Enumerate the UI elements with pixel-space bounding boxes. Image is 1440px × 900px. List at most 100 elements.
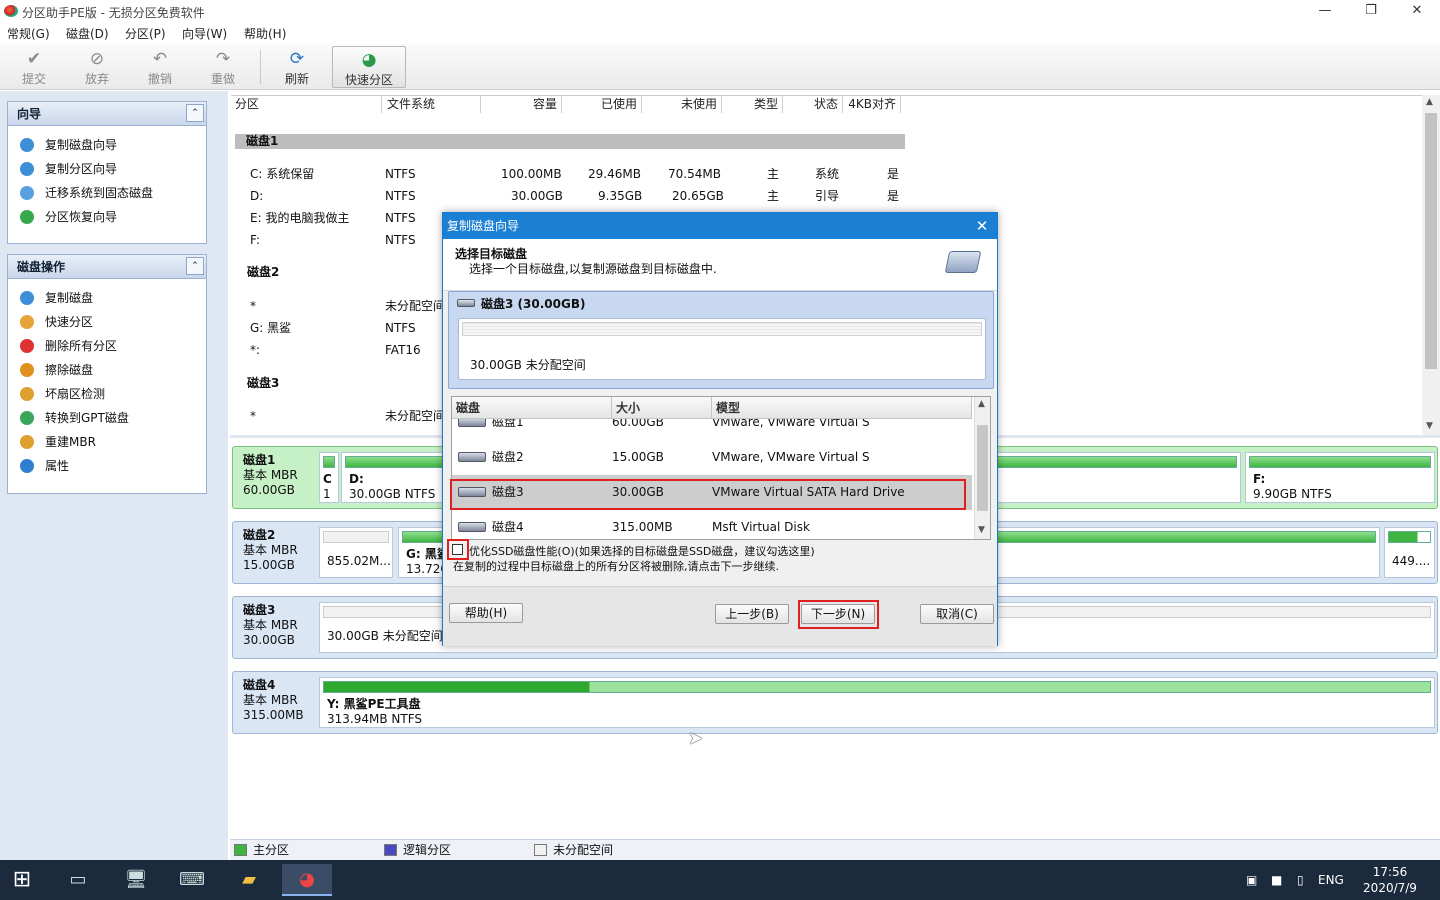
partition-assistant-app-icon[interactable]: ◕ [282, 864, 332, 896]
wizard-panel-title: 向导 [17, 107, 42, 121]
collapse-icon[interactable]: ⌃ [186, 257, 204, 275]
op-rebuild-mbr[interactable]: 重建MBR [8, 430, 206, 454]
minimize-button[interactable]: — [1302, 0, 1348, 22]
col-filesystem[interactable]: 文件系统 [383, 96, 481, 113]
refresh-button[interactable]: ⟳ 刷新 [267, 46, 327, 88]
scroll-up-icon[interactable]: ▲ [1426, 97, 1433, 107]
op-wipe-disk[interactable]: 擦除磁盘 [8, 358, 206, 382]
disk1-group-row[interactable]: 磁盘1 [235, 134, 905, 149]
close-button[interactable]: ✕ [1394, 0, 1440, 22]
scroll-down-icon[interactable]: ▼ [1426, 421, 1433, 431]
col-type[interactable]: 类型 [723, 96, 783, 113]
drive-app-icon[interactable]: ▭ [56, 864, 100, 896]
list-col-size[interactable]: 大小 [612, 397, 712, 419]
cancel-button[interactable]: 取消(C) [920, 604, 994, 624]
menu-disk[interactable]: 磁盘(D) [66, 25, 109, 42]
wizard-item-label: 分区恢复向导 [45, 210, 118, 224]
op-convert-gpt[interactable]: 转换到GPT磁盘 [8, 406, 206, 430]
list-scrollbar[interactable]: ▲ ▼ [974, 397, 990, 539]
list-item[interactable]: 磁盘1 60.00GB VMware, VMware Virtual S [452, 419, 972, 440]
list-col-model[interactable]: 模型 [712, 397, 972, 419]
computer-app-icon[interactable]: 🖥 [114, 864, 158, 896]
op-copy-disk[interactable]: 复制磁盘 [8, 286, 206, 310]
left-panel: 向导 ⌃ 复制磁盘向导 复制分区向导 迁移系统到固态磁盘 分区恢复向导 磁盘操作… [0, 91, 228, 861]
col-4k-align[interactable]: 4KB对齐 [844, 96, 901, 113]
grid-scrollbar[interactable]: ▲ ▼ [1422, 95, 1440, 435]
scroll-up-icon[interactable]: ▲ [978, 399, 985, 409]
windows-start-icon[interactable]: ⊞ [0, 864, 44, 896]
scroll-thumb[interactable] [1425, 113, 1437, 369]
scroll-thumb[interactable] [977, 425, 988, 511]
usage-bar [1388, 531, 1431, 543]
unalloc-bar [462, 322, 982, 336]
op-properties[interactable]: 属性 [8, 454, 206, 478]
menu-help[interactable]: 帮助(H) [244, 25, 286, 42]
clock[interactable]: 17:56 2020/7/9 [1360, 864, 1420, 896]
scroll-down-icon[interactable]: ▼ [978, 525, 985, 535]
col-partition[interactable]: 分区 [231, 96, 382, 113]
list-item[interactable]: 磁盘4 315.00MB Msft Virtual Disk [452, 510, 972, 539]
redo-button[interactable]: ↷ 重做 [193, 46, 253, 88]
copy-disk-icon [20, 138, 34, 152]
quick-partition-icon [20, 315, 34, 329]
op-bad-sector[interactable]: 坏扇区检测 [8, 382, 206, 406]
wizard-copy-partition[interactable]: 复制分区向导 [8, 157, 206, 181]
help-button[interactable]: 帮助(H) [449, 603, 523, 623]
wizard-recover-partition[interactable]: 分区恢复向导 [8, 205, 206, 229]
collapse-icon[interactable]: ⌃ [186, 104, 204, 122]
wizard-copy-disk[interactable]: 复制磁盘向导 [8, 133, 206, 157]
convert-icon [20, 411, 34, 425]
col-used[interactable]: 已使用 [563, 96, 642, 113]
submit-button[interactable]: ✔ 提交 [4, 46, 64, 88]
disk-copy-icon [944, 251, 982, 273]
disk1-info: 磁盘1 基本 MBR 60.00GB [243, 453, 319, 498]
partition-label: D: 30.00GB NTFS [349, 472, 436, 501]
partition-y[interactable]: Y: 黑鲨PE工具盘 313.94MB NTFS [319, 677, 1435, 728]
col-status[interactable]: 状态 [784, 96, 843, 113]
app-icon [4, 5, 18, 17]
partition-fat16[interactable]: 449.... [1384, 527, 1435, 578]
list-col-disk[interactable]: 磁盘 [452, 397, 612, 419]
discard-button[interactable]: ⊘ 放弃 [67, 46, 127, 88]
op-delete-all[interactable]: 删除所有分区 [8, 334, 206, 358]
partition-f[interactable]: F: 9.90GB NTFS [1245, 452, 1435, 503]
back-button[interactable]: 上一步(B) [715, 604, 789, 624]
usb-icon[interactable]: ▯ [1297, 860, 1304, 900]
list-item[interactable]: 磁盘2 15.00GB VMware, VMware Virtual S [452, 440, 972, 475]
wizard-panel-header: 向导 ⌃ [8, 102, 206, 126]
folder-app-icon[interactable]: ▰ [227, 864, 271, 896]
wizard-migrate-ssd[interactable]: 迁移系统到固态磁盘 [8, 181, 206, 205]
dialog-close-button[interactable]: ✕ [971, 213, 993, 239]
cell: G: 黑鲨 [250, 321, 292, 335]
hdd-icon [458, 452, 486, 462]
checkbox-highlight [447, 539, 469, 560]
table-row[interactable]: D: NTFS 30.00GB 9.35GB 20.65GB 主 引导 是 [235, 185, 905, 207]
cell: 29.46MB [588, 167, 641, 181]
wizard-panel: 向导 ⌃ 复制磁盘向导 复制分区向导 迁移系统到固态磁盘 分区恢复向导 [7, 101, 207, 244]
disk-size: 60.00GB [243, 483, 295, 497]
menu-general[interactable]: 常规(G) [7, 25, 50, 42]
partition-unalloc[interactable]: 855.02M... [319, 527, 393, 578]
col-unused[interactable]: 未使用 [643, 96, 722, 113]
disk-name: 磁盘1 [243, 453, 276, 467]
menu-wizard[interactable]: 向导(W) [182, 25, 227, 42]
language-indicator[interactable]: ENG [1318, 860, 1344, 900]
menu-partition[interactable]: 分区(P) [125, 25, 166, 42]
network-icon[interactable]: ▣ [1246, 860, 1257, 900]
disk-name: 磁盘1 [492, 419, 524, 429]
target-disk-list[interactable]: 磁盘 大小 模型 磁盘1 60.00GB VMware, VMware Virt… [451, 396, 991, 540]
selected-space-label: 30.00GB 未分配空间 [470, 358, 586, 372]
ssd-optimize-label[interactable]: 优化SSD磁盘性能(O)(如果选择的目标磁盘是SSD磁盘，建议勾选这里) [469, 543, 815, 559]
op-quick-partition[interactable]: 快速分区 [8, 310, 206, 334]
quick-partition-button[interactable]: ◕ 快速分区 [332, 46, 406, 88]
keyboard-app-icon[interactable]: ⌨ [170, 864, 214, 896]
diskmap-disk4[interactable]: 磁盘4 基本 MBR 315.00MB Y: 黑鲨PE工具盘 313.94MB NTF… [232, 671, 1438, 734]
color-icon[interactable]: ■ [1271, 860, 1282, 900]
disk-size: 315.00MB [612, 520, 673, 534]
partition-c[interactable]: C1 [319, 452, 339, 503]
dialog-header: 选择目标磁盘 选择一个目标磁盘,以复制源磁盘到目标磁盘中. [443, 239, 997, 291]
restore-button[interactable]: ❐ [1348, 0, 1394, 22]
undo-button[interactable]: ↶ 撤销 [130, 46, 190, 88]
table-row[interactable]: C: 系统保留 NTFS 100.00MB 29.46MB 70.54MB 主 … [235, 163, 905, 185]
col-capacity[interactable]: 容量 [482, 96, 562, 113]
